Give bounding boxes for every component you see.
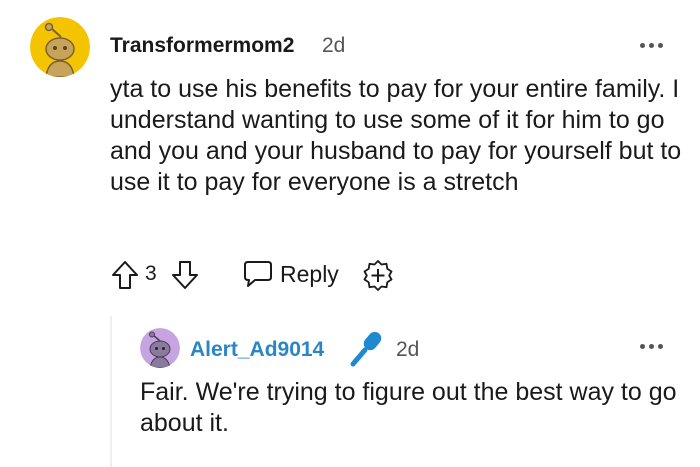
comment-body: yta to use his benefits to pay for your … bbox=[110, 75, 682, 196]
vote-count: 3 bbox=[145, 262, 157, 285]
reply-button[interactable]: Reply bbox=[240, 259, 350, 289]
downvote-button[interactable] bbox=[170, 259, 200, 291]
reply-body: Fair. We're trying to figure out the bes… bbox=[140, 378, 677, 437]
microphone-icon bbox=[348, 328, 384, 368]
reply-avatar[interactable] bbox=[140, 328, 180, 368]
reply-timestamp: 2d bbox=[396, 338, 420, 361]
avatar[interactable] bbox=[30, 17, 90, 77]
speech-bubble-icon bbox=[244, 261, 272, 287]
comment-thread: Transformermom2 2d yta to use his benefi… bbox=[0, 0, 700, 467]
upvote-button[interactable] bbox=[110, 259, 140, 291]
add-award-icon bbox=[363, 260, 393, 291]
snoo-avatar-icon bbox=[30, 17, 90, 77]
comment-timestamp: 2d bbox=[322, 34, 346, 57]
snoo-avatar-icon bbox=[140, 328, 180, 368]
upvote-arrow-icon bbox=[112, 261, 138, 289]
reply-username[interactable]: Alert_Ad9014 bbox=[190, 338, 324, 362]
more-options-icon[interactable] bbox=[640, 40, 666, 50]
thread-line[interactable] bbox=[110, 316, 112, 467]
downvote-arrow-icon bbox=[172, 261, 198, 289]
reply-label: Reply bbox=[280, 261, 339, 287]
add-award-button[interactable] bbox=[362, 259, 394, 291]
comment-username[interactable]: Transformermom2 bbox=[110, 34, 294, 58]
more-options-icon[interactable] bbox=[640, 341, 666, 351]
